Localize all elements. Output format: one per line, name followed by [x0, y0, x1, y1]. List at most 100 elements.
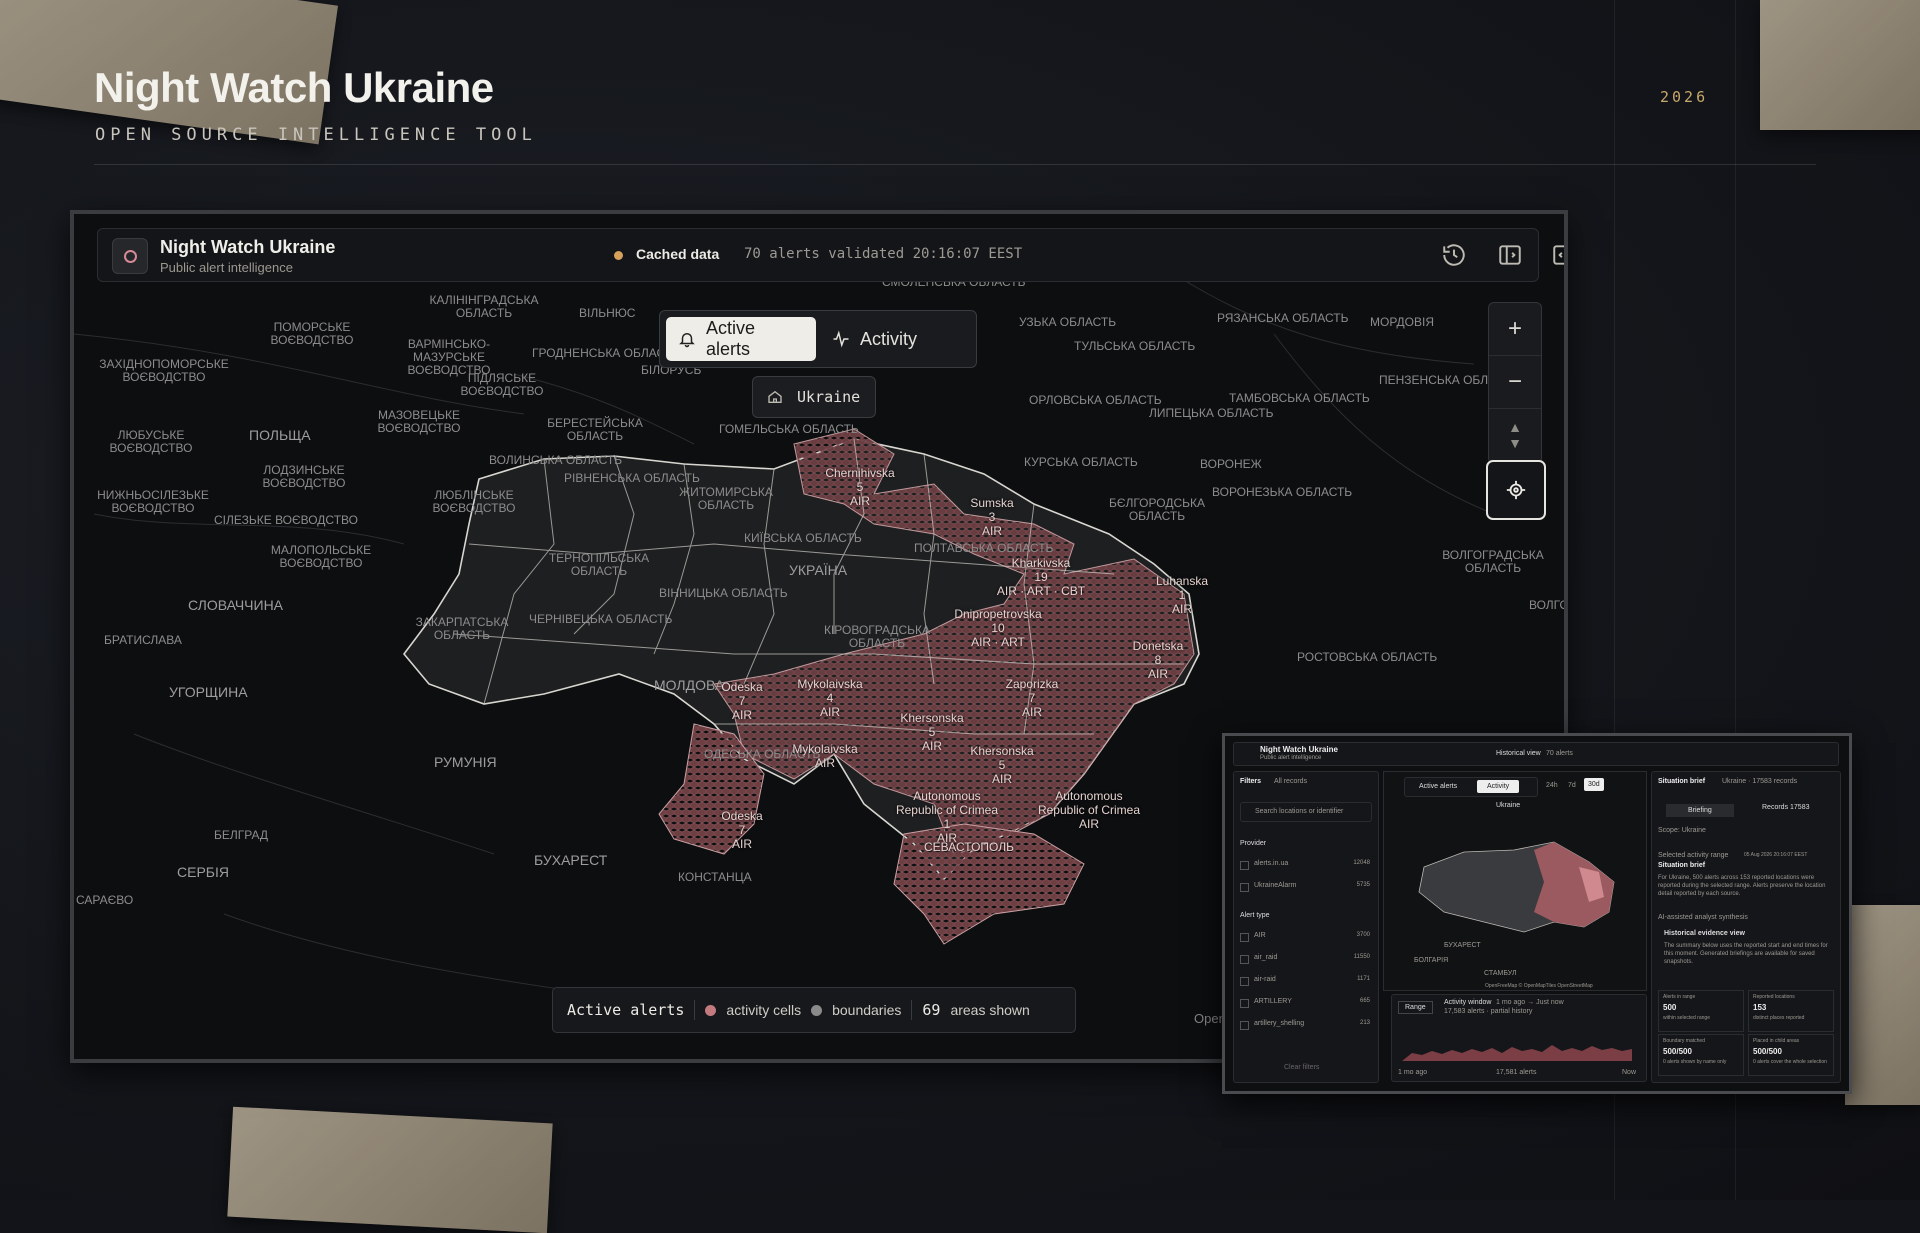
inset-range-label: Selected activity range [1658, 852, 1729, 859]
stat-note: 0 alerts shown by name only [1663, 1059, 1727, 1065]
filter-label: AIR [1254, 932, 1266, 939]
filter-count: 12048 [1353, 860, 1370, 866]
map-place-label: БУХАРЕСТ [534, 852, 608, 868]
tab-activity[interactable]: Activity [820, 317, 970, 361]
filter-label: ARTILLERY [1254, 998, 1292, 1005]
checkbox[interactable] [1240, 861, 1249, 870]
inset-clear-filters[interactable]: Clear filters [1284, 1064, 1319, 1071]
legend-title: Active alerts [567, 1001, 685, 1019]
map-place-label: УЗЬКА ОБЛАСТЬ [1019, 315, 1117, 329]
status-meta: 70 alerts validated 20:16:07 EEST [744, 246, 1023, 262]
region-alert-label[interactable]: Odeska 7 AIR [682, 809, 802, 851]
map-place-label: СЕРБІЯ [177, 864, 229, 880]
map-place-label: ТЕРНОПІЛЬСЬКА ОБЛАСТЬ [548, 551, 650, 578]
inset-brief-title: Situation brief [1658, 778, 1706, 785]
map-place-label: ЖИТОМИРСЬКА ОБЛАСТЬ [679, 485, 773, 512]
stat-label: Alerts in range [1663, 994, 1696, 1000]
inset-app-title: Night Watch Ukraine [1260, 745, 1338, 754]
region-alert-label[interactable]: Luhanska 1 AIR [1122, 574, 1242, 616]
inset-provider-row[interactable]: UkraineAlarm 5735 [1240, 882, 1370, 894]
map-place-label: МАЛОПОЛЬСЬКЕ ВОЄВОДСТВО [270, 543, 372, 570]
region-alert-label[interactable]: Sumska 3 AIR [932, 496, 1052, 538]
map-place-label: КАЛІНІНГРАДСЬКА ОБЛАСТЬ [429, 293, 539, 320]
hero-title: Night Watch Ukraine [94, 64, 494, 111]
checkbox[interactable] [1240, 1021, 1249, 1030]
inset-region-chip[interactable]: Ukraine [1496, 802, 1520, 809]
map-place-label: ВІЛЬНЮС [579, 306, 636, 320]
inset-stat-card: Alerts in range 500 within selected range [1658, 990, 1744, 1032]
history-icon[interactable] [1441, 242, 1467, 268]
region-alert-label[interactable]: Mykolaivska AIR [765, 742, 885, 770]
map-place-label: ТАМБОВСЬКА ОБЛАСТЬ [1229, 391, 1370, 405]
legend-count-label: areas shown [950, 1002, 1030, 1018]
inset-alert-type-row[interactable]: AIR 3700 [1240, 932, 1370, 944]
inset-range-button[interactable]: Range [1398, 1001, 1433, 1014]
region-alert-label[interactable]: Kharkivska 19 AIR · ART · CBT [981, 556, 1101, 598]
inset-axis-mid: 17,581 alerts [1496, 1069, 1537, 1076]
inset-tab-active-alerts[interactable]: Active alerts [1419, 783, 1457, 790]
checkbox[interactable] [1240, 999, 1249, 1008]
region-alert-label[interactable]: Autonomous Republic of Crimea 1 AIR [887, 789, 1007, 845]
inset-range-24h[interactable]: 24h [1546, 782, 1558, 789]
inset-brief-panel: Situation brief Ukraine · 17583 records … [1651, 771, 1841, 1083]
inset-range-7d[interactable]: 7d [1568, 782, 1576, 789]
status-label: Cached data [636, 246, 720, 262]
region-alert-label[interactable]: Donetska 8 AIR [1098, 639, 1218, 681]
checkbox[interactable] [1240, 883, 1249, 892]
zoom-in-button[interactable]: + [1489, 303, 1541, 356]
inset-activity-panel: Range Activity window 1 mo ago → Just no… [1391, 994, 1647, 1082]
compass-button[interactable]: ▲ ▼ [1489, 409, 1541, 461]
stat-value: 153 [1753, 1003, 1767, 1012]
inset-search-placeholder: Search locations or identifier [1255, 808, 1344, 815]
stat-note: 0 alerts cover the whole selection [1753, 1059, 1827, 1065]
stat-value: 500/500 [1663, 1047, 1692, 1056]
app-logo[interactable] [112, 238, 148, 274]
inset-filters-panel: Filters All records Search locations or … [1233, 771, 1379, 1083]
inset-range-30d[interactable]: 30d [1584, 778, 1604, 791]
map-place-label: РУМУНІЯ [434, 754, 497, 770]
legend-boundaries-label: boundaries [832, 1002, 902, 1018]
inset-tab-briefing[interactable]: Briefing [1666, 804, 1734, 817]
panel-left-icon[interactable] [1497, 242, 1523, 268]
tab-active-alerts[interactable]: Active alerts [666, 317, 816, 361]
map-place-label: ВІННИЦЬКА ОБЛАСТЬ [659, 586, 788, 600]
inset-filters-title: Filters [1240, 778, 1262, 785]
inset-alert-type-row[interactable]: air-raid 1171 [1240, 976, 1370, 988]
map-place-label: ЛОДЗИНСЬКЕ ВОЄВОДСТВО [262, 463, 346, 490]
region-alert-label[interactable]: Dnipropetrovska 10 AIR · ART [938, 607, 1058, 649]
zoom-out-button[interactable]: − [1489, 356, 1541, 409]
panel-right-icon[interactable] [1551, 242, 1564, 268]
region-chip[interactable]: Ukraine [752, 376, 876, 418]
region-alert-label[interactable]: Autonomous Republic of Crimea AIR [1029, 789, 1149, 831]
mode-toggle: Active alerts Activity [659, 310, 977, 368]
map-zoom-controls: + − ▲ ▼ [1488, 302, 1542, 464]
inset-tab-records[interactable]: Records 17583 [1762, 804, 1809, 811]
inset-brief-meta: Ukraine · 17583 records [1722, 778, 1798, 785]
inset-alert-type-row[interactable]: air_raid 11550 [1240, 954, 1370, 966]
inset-search-input[interactable]: Search locations or identifier [1240, 802, 1372, 822]
inset-screenshot: Night Watch Ukraine Public alert intelli… [1222, 733, 1852, 1094]
logo-ring-icon [124, 250, 137, 263]
crosshair-icon [1506, 480, 1526, 500]
locate-button[interactable] [1486, 460, 1546, 520]
checkbox[interactable] [1240, 933, 1249, 942]
map-place-label: ЛЮБУСЬКЕ ВОЄВОДСТВО [109, 428, 193, 455]
inset-history-title: Historical evidence view [1664, 930, 1745, 937]
checkbox[interactable] [1240, 955, 1249, 964]
plus-icon: + [1507, 315, 1522, 342]
decor-paper-bottom-right [1845, 905, 1920, 1105]
region-alert-label[interactable]: СЕВАСТОПОЛЬ [909, 840, 1029, 854]
region-alert-label[interactable]: Chernihivska 5 AIR [800, 466, 920, 508]
legend-separator [911, 1000, 913, 1020]
bell-icon [679, 333, 695, 348]
map-place-label: УКРАЇНА [789, 562, 848, 578]
inset-alert-type-row[interactable]: artillery_shelling 213 [1240, 1020, 1370, 1032]
inset-tab-activity[interactable]: Activity [1477, 780, 1520, 793]
checkbox[interactable] [1240, 977, 1249, 986]
map-place-label: ПОМОРСЬКЕ ВОЄВОДСТВО [270, 320, 354, 347]
inset-provider-row[interactable]: alerts.in.ua 12048 [1240, 860, 1370, 872]
map-place-label: КОНСТАНЦА [678, 870, 752, 884]
filter-label: air-raid [1254, 976, 1276, 983]
region-alert-label[interactable]: Khersonska 5 AIR [942, 744, 1062, 786]
inset-alert-type-row[interactable]: ARTILLERY 665 [1240, 998, 1370, 1010]
